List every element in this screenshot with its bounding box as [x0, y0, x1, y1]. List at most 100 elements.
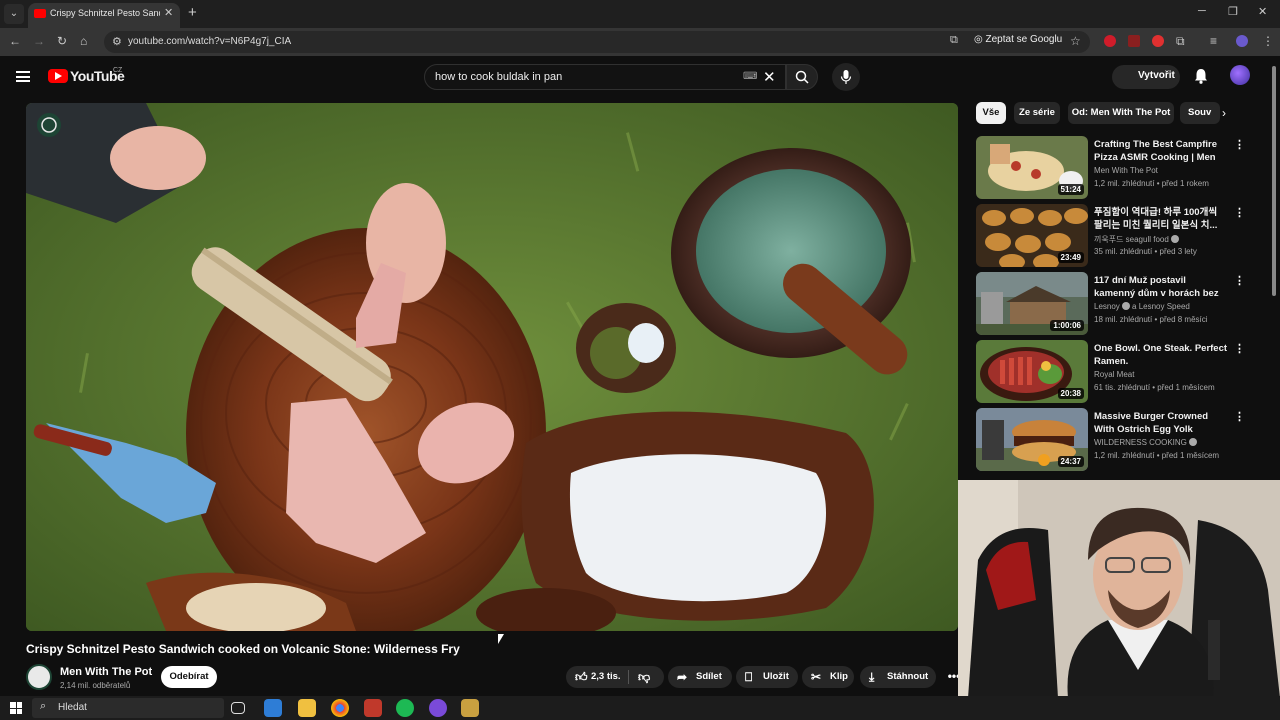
recommendation-item[interactable]: 23:49 푸짐함이 역대급! 하루 100개씩 팔리는 미친 퀄리티 일본식 …: [976, 204, 1246, 268]
minimize-icon[interactable]: ─: [1198, 5, 1206, 17]
ask-google-button[interactable]: ◎ Zeptat se Googlu: [974, 34, 1062, 45]
profile-avatar-icon[interactable]: [1236, 35, 1248, 47]
chrome-icon[interactable]: [331, 699, 349, 717]
chip-all[interactable]: Vše: [976, 102, 1006, 124]
page-scrollbar[interactable]: [1271, 60, 1277, 298]
recommendation-title[interactable]: 푸짐함이 역대급! 하루 100개씩 팔리는 미친 퀄리티 일본식 치...: [1094, 206, 1228, 232]
recommendation-title[interactable]: Massive Burger Crowned With Ostrich Egg …: [1094, 410, 1228, 436]
install-app-icon[interactable]: ⧉: [950, 34, 958, 47]
recommendation-title[interactable]: One Bowl. One Steak. Perfect Ramen.: [1094, 342, 1228, 368]
search-icon: ⌕: [40, 700, 47, 712]
restore-icon[interactable]: ❐: [1228, 5, 1238, 18]
video-duration: 20:38: [1057, 388, 1084, 399]
clear-search-icon[interactable]: ✕: [763, 68, 776, 86]
address-bar[interactable]: ⚙ youtube.com/watch?v=N6P4g7j_CIA ⧉ ◎ Ze…: [104, 31, 1090, 53]
microphone-icon: [840, 70, 852, 84]
thumbs-up-icon: 👍︎: [575, 670, 588, 684]
search-icon: [795, 70, 809, 84]
notifications-bell-icon[interactable]: [1192, 67, 1210, 85]
recommendation-meta: 1,2 mil. zhlédnutí • před 1 rokem: [1094, 179, 1209, 188]
search-input[interactable]: how to cook buldak in pan ⌨ ✕: [424, 64, 786, 90]
channel-avatar[interactable]: [26, 664, 52, 690]
more-options-icon[interactable]: ⋮: [1234, 342, 1245, 355]
youtube-logo-icon[interactable]: [48, 69, 68, 83]
video-thumbnail[interactable]: 51:24: [976, 136, 1088, 199]
task-view-icon[interactable]: [231, 702, 245, 714]
forward-icon[interactable]: →: [33, 34, 45, 48]
reload-icon[interactable]: ↻: [57, 34, 67, 48]
extension-red-icon[interactable]: [1104, 35, 1116, 47]
search-button[interactable]: [786, 64, 818, 90]
recommendation-title[interactable]: Crafting The Best Campfire Pizza ASMR Co…: [1094, 138, 1228, 165]
browser-menu-icon[interactable]: ⋮: [1262, 34, 1274, 48]
hamburger-menu-icon[interactable]: [16, 71, 30, 82]
subscribe-button[interactable]: Odebírat: [161, 666, 217, 688]
share-button[interactable]: ➦ Sdílet: [668, 666, 732, 688]
taskbar-search-input[interactable]: ⌕ Hledat: [32, 698, 224, 718]
recommendation-channel-wrap[interactable]: Lesnoy a Lesnoy Speed: [1094, 302, 1190, 311]
recommendation-channel-wrap[interactable]: WILDERNESS COOKING: [1094, 438, 1197, 447]
recommendation-channel-wrap[interactable]: 끼욱푸드 seagull food: [1094, 234, 1179, 245]
video-player[interactable]: [26, 103, 958, 631]
recommendation-item[interactable]: 24:37 Massive Burger Crowned With Ostric…: [976, 408, 1246, 472]
video-duration: 24:37: [1057, 456, 1084, 467]
extensions-puzzle-icon[interactable]: ⧉: [1176, 34, 1185, 49]
chevron-right-icon[interactable]: ›: [1222, 106, 1226, 120]
recommendation-meta: 1,2 mil. zhlédnutí • před 1 měsícem: [1094, 451, 1220, 460]
chip-from-channel[interactable]: Od: Men With The Pot: [1068, 102, 1174, 124]
messenger-icon[interactable]: [429, 699, 447, 717]
tab-close-icon[interactable]: ✕: [164, 6, 173, 19]
voice-search-button[interactable]: [832, 63, 860, 91]
channel-name[interactable]: Men With The Pot: [60, 666, 152, 678]
back-icon[interactable]: ←: [9, 34, 21, 48]
browser-tab[interactable]: Crispy Schnitzel Pesto Sandwich ✕: [28, 3, 180, 28]
extension-dark-red-icon[interactable]: [1128, 35, 1140, 47]
scrollbar-thumb[interactable]: [1272, 66, 1276, 296]
recommendation-item[interactable]: 1:00:06 117 dní Muž postavil kamenný dům…: [976, 272, 1246, 336]
bookmark-star-icon[interactable]: ☆: [1070, 34, 1081, 48]
app-red-icon[interactable]: [364, 699, 382, 717]
more-options-icon[interactable]: ⋮: [1234, 206, 1245, 219]
video-thumbnail[interactable]: 23:49: [976, 204, 1088, 267]
more-options-icon[interactable]: ⋮: [1234, 410, 1245, 423]
more-options-icon[interactable]: ⋮: [1234, 274, 1245, 287]
recommendation-channel[interactable]: Royal Meat: [1094, 370, 1134, 379]
recommendation-item[interactable]: 51:24 Crafting The Best Campfire Pizza A…: [976, 136, 1246, 200]
store-icon[interactable]: [264, 699, 282, 717]
windows-start-icon[interactable]: [10, 702, 22, 714]
video-thumbnail[interactable]: 1:00:06: [976, 272, 1088, 335]
more-options-icon[interactable]: ⋮: [1234, 138, 1245, 151]
clip-label: Klip: [830, 671, 848, 682]
browser-tab-bar: ⌄ Crispy Schnitzel Pesto Sandwich ✕ + ─ …: [0, 0, 1280, 28]
clip-button[interactable]: ✂ Klip: [802, 666, 854, 688]
account-avatar[interactable]: [1230, 65, 1250, 85]
recommendation-title[interactable]: 117 dní Muž postavil kamenný dům v horác…: [1094, 274, 1228, 301]
window-close-icon[interactable]: ✕: [1258, 5, 1267, 18]
home-icon[interactable]: ⌂: [80, 34, 87, 48]
download-button[interactable]: ⤓ Stáhnout: [860, 666, 936, 688]
recommendation-item[interactable]: 20:38 One Bowl. One Steak. Perfect Ramen…: [976, 340, 1246, 404]
video-thumbnail[interactable]: 20:38: [976, 340, 1088, 403]
reading-list-icon[interactable]: ≡: [1210, 34, 1217, 48]
download-label: Stáhnout: [887, 671, 929, 682]
create-button[interactable]: Vytvořit: [1112, 65, 1180, 89]
file-explorer-icon[interactable]: [298, 699, 316, 717]
recommendation-channel[interactable]: Men With The Pot: [1094, 166, 1158, 175]
chip-related[interactable]: Souv: [1180, 102, 1220, 124]
app-gold-icon[interactable]: [461, 699, 479, 717]
video-thumbnail[interactable]: 24:37: [976, 408, 1088, 471]
browser-toolbar: ← → ↻ ⌂ ⚙ youtube.com/watch?v=N6P4g7j_CI…: [0, 28, 1280, 56]
extension-record-icon[interactable]: [1152, 35, 1164, 47]
new-tab-icon[interactable]: +: [188, 4, 197, 21]
related-chips: Vše Ze série Od: Men With The Pot Souv: [976, 102, 1246, 124]
chip-series[interactable]: Ze série: [1014, 102, 1060, 124]
like-button[interactable]: 👍︎ 2,3 tis. 👎︎: [566, 666, 664, 688]
tab-search-button[interactable]: ⌄: [4, 4, 24, 24]
thumbs-down-icon[interactable]: 👎︎: [638, 666, 650, 688]
keyboard-icon[interactable]: ⌨: [743, 71, 757, 82]
site-info-icon[interactable]: ⚙: [112, 35, 122, 48]
spotify-icon[interactable]: [396, 699, 414, 717]
ask-google-label: Zeptat se Googlu: [985, 34, 1063, 45]
save-button[interactable]: ⎕ Uložit: [736, 666, 798, 688]
youtube-header: YouTube CZ how to cook buldak in pan ⌨ ✕…: [0, 56, 1280, 98]
